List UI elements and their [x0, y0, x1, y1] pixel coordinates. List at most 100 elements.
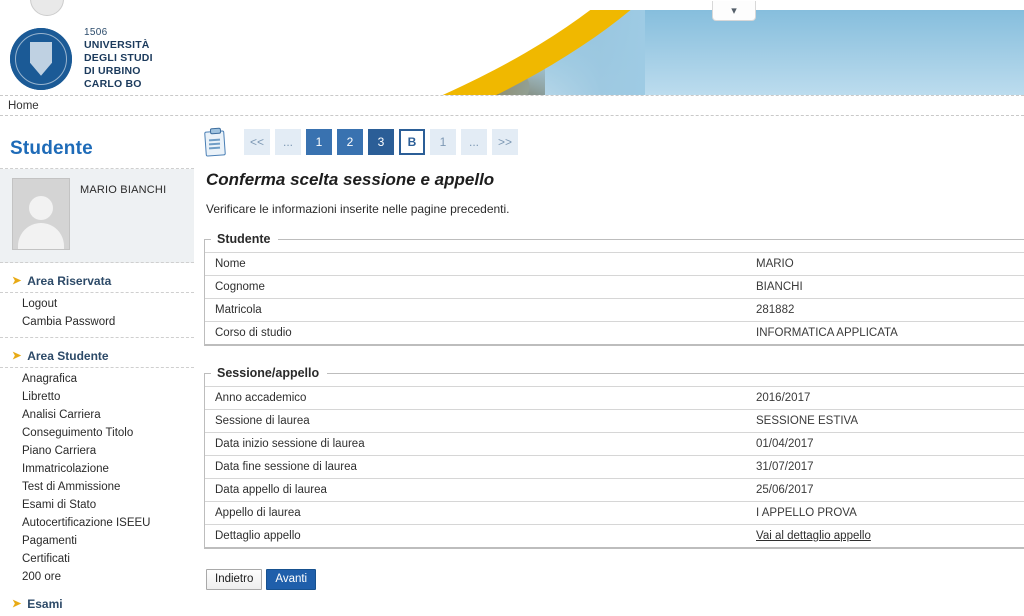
sidebar-item-libretto[interactable]: Libretto [0, 388, 194, 406]
pager-step-2[interactable]: 2 [337, 129, 364, 155]
table-row: Appello di laurea I APPELLO PROVA [205, 501, 1024, 525]
table-row: Data appello di laurea 25/06/2017 [205, 478, 1024, 502]
panel-legend-sessione-appello: Sessione/appello [217, 366, 320, 380]
sidebar-item-conseguimento-titolo[interactable]: Conseguimento Titolo [0, 424, 194, 442]
row-value: 281882 [750, 298, 1024, 322]
sidebar-item-autocertificazione-iseeu[interactable]: Autocertificazione ISEEU [0, 514, 194, 532]
sidebar-group-esami: ➤ Esami [0, 590, 194, 615]
table-row: Data fine sessione di laurea 31/07/2017 [205, 455, 1024, 479]
sidebar-group-header-esami[interactable]: ➤ Esami [0, 592, 194, 615]
next-button[interactable]: Avanti [266, 569, 317, 590]
avatar [12, 178, 70, 250]
arrow-right-icon: ➤ [12, 597, 22, 610]
table-row: Corso di studio INFORMATICA APPLICATA [205, 321, 1024, 345]
banner-top-strip [0, 0, 1024, 10]
row-key: Corso di studio [205, 321, 750, 345]
pager-step-1[interactable]: 1 [306, 129, 333, 155]
table-studente: Nome MARIO Cognome BIANCHI Matricola 281… [205, 252, 1024, 345]
logo-line-3: DI URBINO [84, 64, 141, 77]
logo-year: 1506 [84, 27, 108, 38]
sidebar-item-pagamenti[interactable]: Pagamenti [0, 532, 194, 550]
sidebar-item-cambia-password[interactable]: Cambia Password [0, 313, 194, 331]
row-value: SESSIONE ESTIVA [750, 409, 1024, 433]
table-sessione-appello: Anno accademico 2016/2017 Sessione di la… [205, 386, 1024, 548]
wizard-pager: << ... 1 2 3 B 1 ... >> [244, 129, 519, 155]
pager-step-3[interactable]: 3 [368, 129, 395, 155]
sidebar-group-area-studente: ➤ Area Studente Anagrafica Libretto Anal… [0, 338, 194, 590]
row-key: Sessione di laurea [205, 409, 750, 433]
row-key: Data appello di laurea [205, 478, 750, 502]
page-title: Conferma scelta sessione e appello [206, 170, 495, 189]
row-key: Cognome [205, 275, 750, 299]
banner-collapse-toggle[interactable]: ▾ [712, 1, 756, 21]
wizard-pager-row: << ... 1 2 3 B 1 ... >> [204, 122, 1024, 160]
row-value: MARIO [750, 252, 1024, 276]
table-row: Data inizio sessione di laurea 01/04/201… [205, 432, 1024, 456]
sidebar-group-label: Area Riservata [27, 274, 112, 288]
sidebar-title: Studente [0, 116, 194, 169]
pager-last[interactable]: >> [492, 129, 519, 155]
university-logo[interactable]: 1506 UNIVERSITÀ DEGLI STUDI DI URBINO CA… [10, 27, 153, 90]
logo-line-1: UNIVERSITÀ [84, 39, 150, 52]
sidebar-item-piano-carriera[interactable]: Piano Carriera [0, 442, 194, 460]
chevron-down-icon: ▾ [731, 5, 737, 17]
pager-ellipsis-right[interactable]: ... [461, 129, 488, 155]
sidebar-group-label: Area Studente [27, 349, 109, 363]
table-row: Anno accademico 2016/2017 [205, 386, 1024, 410]
page-intro-text: Verificare le informazioni inserite nell… [206, 202, 510, 216]
row-value: 25/06/2017 [750, 478, 1024, 502]
sidebar-item-anagrafica[interactable]: Anagrafica [0, 370, 194, 388]
page-body: Studente MARIO BIANCHI ➤ Area Riservata … [0, 116, 1024, 616]
clipboard-checklist-icon [204, 127, 228, 157]
panel-studente: Studente Nome MARIO Cognome BIANCHI Matr… [204, 232, 1024, 346]
sidebar: Studente MARIO BIANCHI ➤ Area Riservata … [0, 116, 194, 616]
logo-line-4: CARLO BO [84, 77, 142, 90]
back-button[interactable]: Indietro [206, 569, 263, 590]
row-value: 01/04/2017 [750, 432, 1024, 456]
row-key: Appello di laurea [205, 501, 750, 525]
sidebar-item-immatricolazione[interactable]: Immatricolazione [0, 460, 194, 478]
panel-sessione-appello: Sessione/appello Anno accademico 2016/20… [204, 366, 1024, 549]
table-row: Sessione di laurea SESSIONE ESTIVA [205, 409, 1024, 433]
row-value: 31/07/2017 [750, 455, 1024, 479]
main-content: << ... 1 2 3 B 1 ... >> Conferma scelta … [194, 116, 1024, 616]
site-banner: 1506 UNIVERSITÀ DEGLI STUDI DI URBINO CA… [0, 0, 1024, 95]
form-buttons: Indietro Avanti [206, 569, 1024, 590]
sidebar-item-test-di-ammissione[interactable]: Test di Ammissione [0, 478, 194, 496]
table-row: Dettaglio appello Vai al dettaglio appel… [205, 524, 1024, 548]
pager-first[interactable]: << [244, 129, 271, 155]
sidebar-item-logout[interactable]: Logout [0, 295, 194, 313]
panel-legend-studente: Studente [217, 232, 271, 246]
sidebar-group-header-area-studente[interactable]: ➤ Area Studente [0, 344, 194, 368]
pager-step-b[interactable]: B [399, 129, 426, 155]
sidebar-item-certificati[interactable]: Certificati [0, 550, 194, 568]
arrow-right-icon: ➤ [12, 349, 22, 362]
table-row: Nome MARIO [205, 252, 1024, 276]
breadcrumb: Home [0, 95, 1024, 116]
sidebar-item-200-ore[interactable]: 200 ore [0, 568, 194, 586]
row-key: Matricola [205, 298, 750, 322]
dettaglio-appello-link[interactable]: Vai al dettaglio appello [756, 530, 871, 542]
arrow-right-icon: ➤ [12, 274, 22, 287]
sidebar-group-area-riservata: ➤ Area Riservata Logout Cambia Password [0, 263, 194, 338]
breadcrumb-home-link[interactable]: Home [8, 100, 39, 112]
row-key: Anno accademico [205, 386, 750, 410]
sidebar-group-label: Esami [27, 597, 63, 611]
user-card: MARIO BIANCHI [0, 169, 194, 263]
row-key: Nome [205, 252, 750, 276]
user-name: MARIO BIANCHI [80, 184, 167, 196]
logo-line-2: DEGLI STUDI [84, 51, 153, 64]
pager-ellipsis-left[interactable]: ... [275, 129, 302, 155]
university-logo-text: 1506 UNIVERSITÀ DEGLI STUDI DI URBINO CA… [84, 27, 153, 90]
pager-step-next-1[interactable]: 1 [430, 129, 457, 155]
sidebar-group-header-area-riservata[interactable]: ➤ Area Riservata [0, 269, 194, 293]
university-seal-icon [10, 27, 72, 90]
row-value: Vai al dettaglio appello [750, 524, 1024, 548]
table-row: Cognome BIANCHI [205, 275, 1024, 299]
sidebar-item-esami-di-stato[interactable]: Esami di Stato [0, 496, 194, 514]
row-value: 2016/2017 [750, 386, 1024, 410]
row-value: BIANCHI [750, 275, 1024, 299]
row-key: Dettaglio appello [205, 524, 750, 548]
row-value: I APPELLO PROVA [750, 501, 1024, 525]
sidebar-item-analisi-carriera[interactable]: Analisi Carriera [0, 406, 194, 424]
